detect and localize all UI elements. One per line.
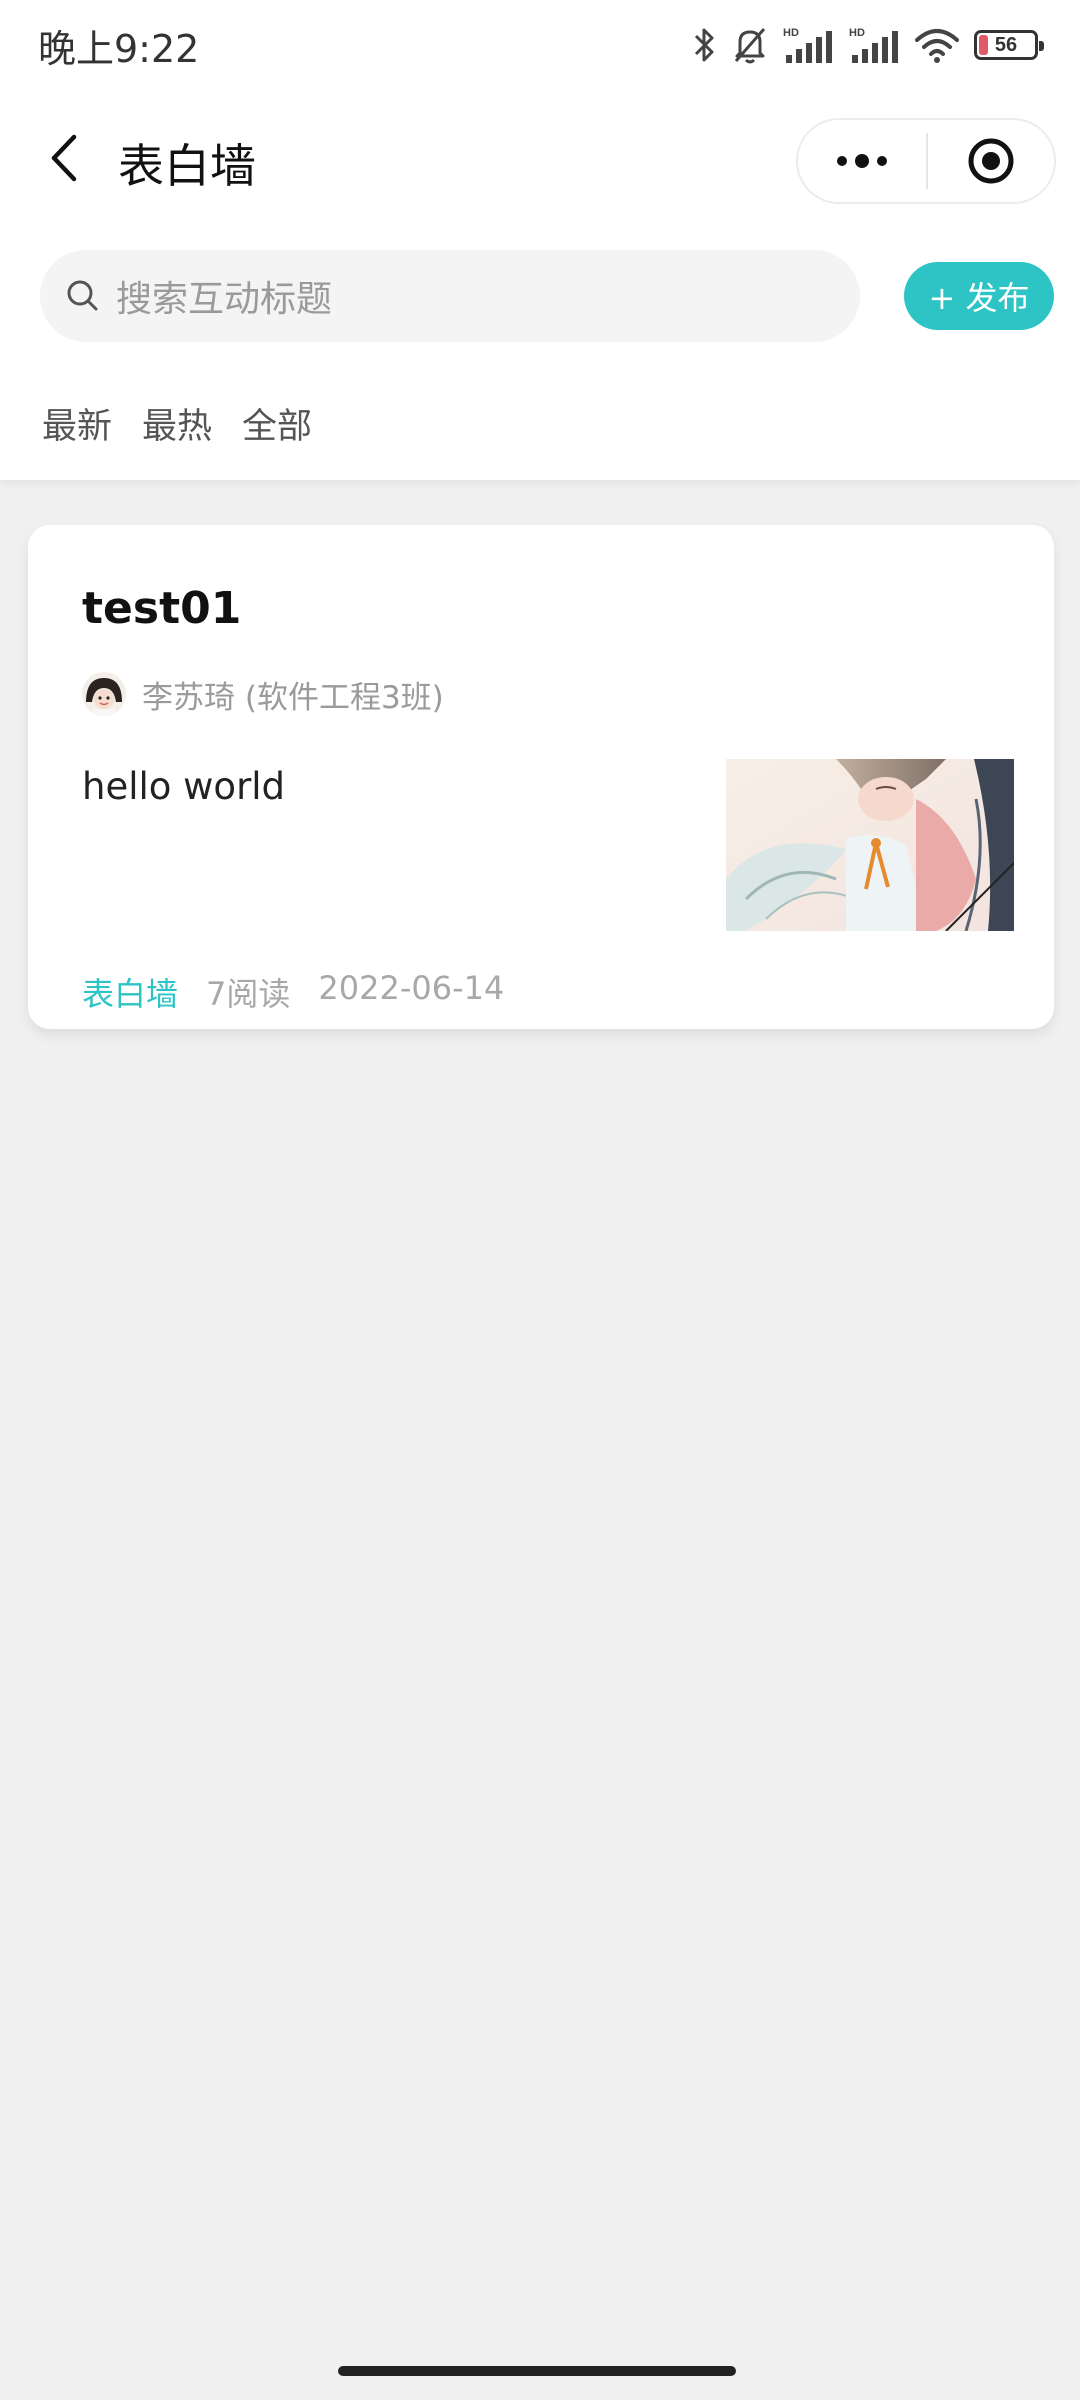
mute-bell-icon (732, 25, 768, 65)
filter-tabs: 最新 最热 全部 (42, 398, 312, 454)
more-button[interactable] (798, 120, 926, 202)
post-author: 李苏琦 (软件工程3班) (82, 671, 444, 717)
wifi-icon (914, 25, 960, 65)
post-meta: 表白墙 7阅读 2022-06-14 (82, 969, 504, 1015)
header-area: 晚上9:22 HD HD 56 表白墙 搜索互动标题 + 发布 最新 最热 全部 (0, 0, 1080, 480)
publish-button[interactable]: + 发布 (904, 262, 1054, 330)
author-name: 李苏琦 (软件工程3班) (142, 679, 444, 716)
search-icon (67, 280, 98, 311)
status-time: 晚上9:22 (38, 27, 200, 71)
bluetooth-icon (692, 25, 718, 65)
page-title: 表白墙 (118, 139, 256, 193)
svg-text:HD: HD (783, 27, 799, 39)
home-indicator[interactable] (338, 2366, 736, 2376)
avatar (82, 672, 126, 716)
post-title: test01 (82, 583, 242, 634)
post-card[interactable]: test01 李苏琦 (软件工程3班) hello world 表白墙 7阅读 … (28, 525, 1054, 1029)
chevron-left-icon (51, 134, 77, 182)
tab-all[interactable]: 全部 (242, 398, 312, 454)
battery-level: 56 (994, 33, 1018, 56)
mini-program-capsule (796, 118, 1056, 204)
post-category-tag[interactable]: 表白墙 (82, 969, 178, 1015)
status-bar: 晚上9:22 HD HD 56 (0, 0, 1080, 90)
hd-signal-icon: HD (782, 25, 834, 65)
back-button[interactable] (36, 130, 92, 186)
post-read-count: 7阅读 (206, 975, 291, 1013)
tab-hottest[interactable]: 最热 (142, 398, 212, 454)
target-circle-icon (968, 138, 1014, 184)
nav-bar: 表白墙 (0, 108, 1080, 208)
battery-icon: 56 (974, 30, 1044, 60)
status-icons: HD HD 56 (692, 22, 1044, 68)
more-dots-icon (837, 154, 887, 168)
battery-fill (979, 35, 988, 55)
hd-signal-icon: HD (848, 25, 900, 65)
search-placeholder: 搜索互动标题 (116, 279, 333, 320)
post-content: hello world (82, 765, 286, 808)
svg-text:HD: HD (849, 27, 865, 39)
search-input[interactable]: 搜索互动标题 (40, 250, 860, 342)
post-thumbnail[interactable] (726, 759, 1014, 931)
close-mini-program-button[interactable] (928, 120, 1054, 202)
tab-latest[interactable]: 最新 (42, 398, 112, 454)
post-date: 2022-06-14 (318, 969, 505, 1007)
